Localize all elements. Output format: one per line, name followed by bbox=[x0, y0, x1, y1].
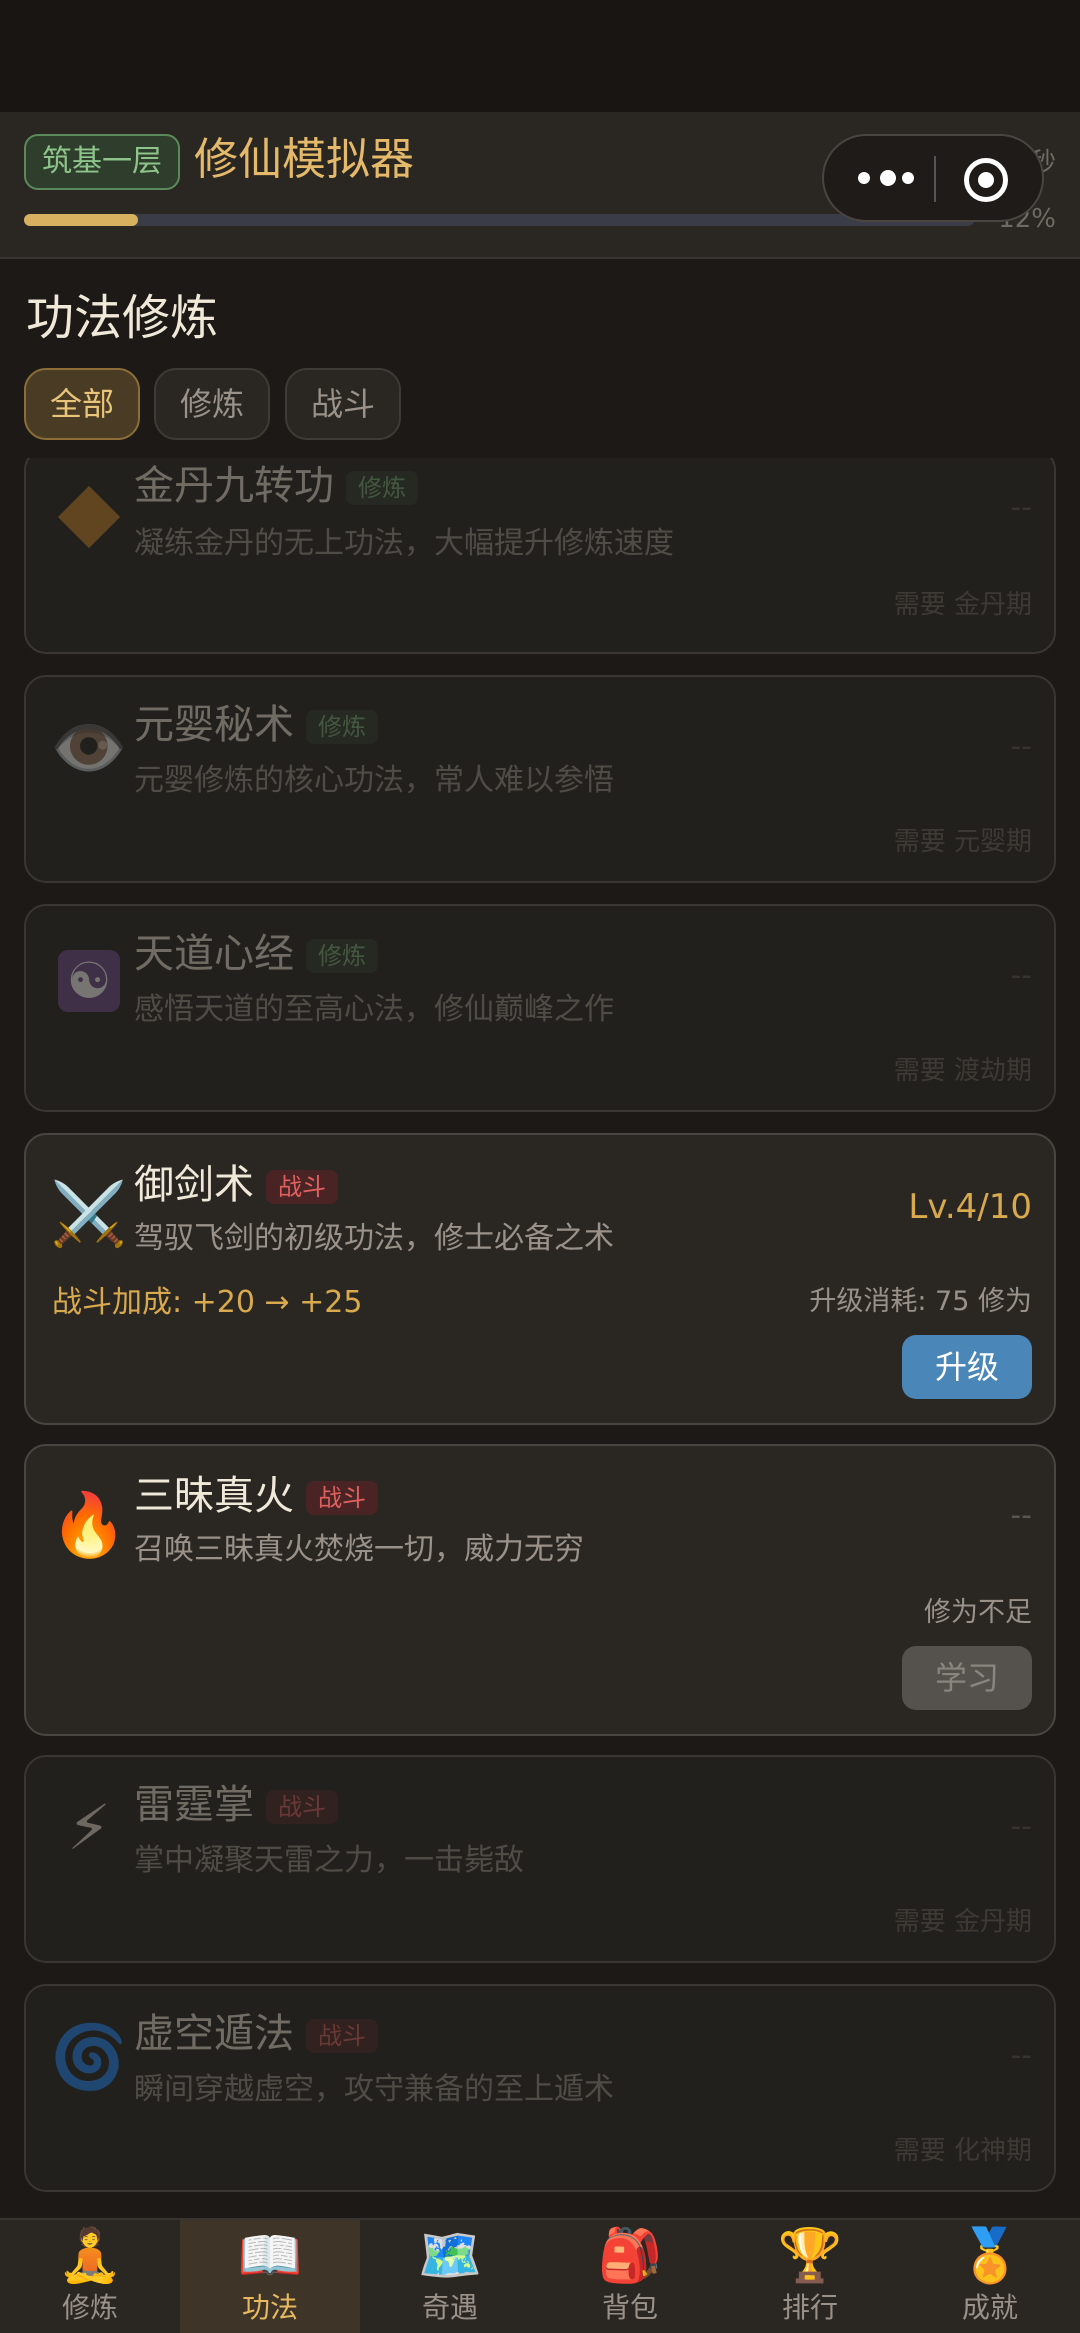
nav-item-ranking[interactable]: 🏆 排行 bbox=[720, 2220, 900, 2333]
trophy-icon: 🏆 bbox=[777, 2226, 843, 2286]
combat-bonus: 战斗加成: +20 → +25 bbox=[52, 1285, 363, 1320]
miniprogram-capsule bbox=[822, 134, 1044, 222]
nav-label: 功法 bbox=[241, 2291, 298, 2324]
meditation-icon: 🧘 bbox=[57, 2226, 123, 2286]
nav-item-backpack[interactable]: 🎒 背包 bbox=[540, 2220, 720, 2333]
skill-level: Lv.4/10 bbox=[908, 1187, 1032, 1227]
app-title: 修仙模拟器 bbox=[194, 134, 414, 185]
close-miniprogram-icon[interactable] bbox=[964, 158, 1008, 202]
status-bar bbox=[0, 0, 1080, 112]
skill-card: ⚔️ 御剑术 战斗 驾驭飞剑的初级功法，修士必备之术 Lv.4/10 战斗加成: … bbox=[24, 1133, 1056, 1425]
skill-requirement: 需要 元婴期 bbox=[893, 827, 1032, 857]
skill-desc: 元婴修炼的核心功法，常人难以参悟 bbox=[134, 763, 614, 798]
skill-card: ☯ 天道心经 修炼 感悟天道的至高心法，修仙巅峰之作 -- 需要 渡劫期 bbox=[24, 904, 1056, 1112]
header: 筑基一层 修仙模拟器 7/秒 12% bbox=[0, 112, 1080, 259]
skill-requirement: 需要 渡劫期 bbox=[893, 1056, 1032, 1086]
nav-label: 奇遇 bbox=[421, 2291, 478, 2324]
skill-tag: 修炼 bbox=[306, 710, 378, 744]
skill-card: 金丹九转功 修炼 凝练金丹的无上功法，大幅提升修炼速度 -- 需要 金丹期 bbox=[24, 458, 1056, 654]
skill-name: 雷霆掌 bbox=[134, 1782, 254, 1828]
skill-name: 金丹九转功 bbox=[134, 463, 334, 509]
skill-tag: 修炼 bbox=[346, 471, 418, 505]
skill-desc: 驾驭飞剑的初级功法，修士必备之术 bbox=[134, 1221, 614, 1256]
upgrade-button[interactable]: 升级 bbox=[902, 1335, 1032, 1399]
skill-tag: 战斗 bbox=[306, 2019, 378, 2053]
skill-level: -- bbox=[1010, 490, 1032, 525]
skill-card: 🌀 虚空遁法 战斗 瞬间穿越虚空，攻守兼备的至上遁术 -- 需要 化神期 bbox=[24, 1984, 1056, 2192]
skill-level: -- bbox=[1010, 729, 1032, 764]
progress-fill bbox=[24, 214, 138, 226]
nav-item-adventure[interactable]: 🗺️ 奇遇 bbox=[360, 2220, 540, 2333]
skill-tag: 修炼 bbox=[306, 939, 378, 973]
skill-name: 天道心经 bbox=[134, 931, 294, 977]
skill-name: 三昧真火 bbox=[134, 1473, 294, 1519]
skill-card: 👁️ 元婴秘术 修炼 元婴修炼的核心功法，常人难以参悟 -- 需要 元婴期 bbox=[24, 675, 1056, 883]
realm-badge: 筑基一层 bbox=[24, 134, 180, 190]
skill-desc: 掌中凝聚天雷之力，一击毙敌 bbox=[134, 1843, 524, 1878]
skill-level: -- bbox=[1010, 2038, 1032, 2073]
skill-requirement: 需要 金丹期 bbox=[893, 1907, 1032, 1937]
filter-tab-cultivation[interactable]: 修炼 bbox=[154, 368, 271, 440]
skill-requirement: 需要 化神期 bbox=[893, 2136, 1032, 2166]
skill-requirement: 需要 金丹期 bbox=[893, 590, 1032, 620]
diamond-icon bbox=[48, 476, 130, 558]
skill-desc: 召唤三昧真火焚烧一切，威力无穷 bbox=[134, 1532, 584, 1567]
filter-tab-combat[interactable]: 战斗 bbox=[285, 368, 402, 440]
skill-desc: 瞬间穿越虚空，攻守兼备的至上遁术 bbox=[134, 2072, 614, 2107]
skill-list[interactable]: 金丹九转功 修炼 凝练金丹的无上功法，大幅提升修炼速度 -- 需要 金丹期 👁️ … bbox=[0, 458, 1080, 2218]
book-icon: 📖 bbox=[237, 2226, 303, 2286]
nav-item-cultivate[interactable]: 🧘 修炼 bbox=[0, 2220, 180, 2333]
map-icon: 🗺️ bbox=[417, 2226, 483, 2286]
medal-icon: 🏅 bbox=[957, 2226, 1023, 2286]
lightning-icon: ⚡ bbox=[67, 1791, 111, 1864]
eye-icon: 👁️ bbox=[50, 711, 128, 784]
upgrade-cost: 升级消耗: 75 修为 bbox=[809, 1286, 1032, 1317]
cultivation-progress-bar bbox=[24, 214, 974, 226]
yin-yang-icon: ☯ bbox=[48, 936, 130, 1018]
skill-card: ⚡ 雷霆掌 战斗 掌中凝聚天雷之力，一击毙敌 -- 需要 金丹期 bbox=[24, 1755, 1056, 1963]
skill-name: 御剑术 bbox=[134, 1162, 254, 1208]
skill-level: -- bbox=[1010, 1498, 1032, 1533]
nav-label: 排行 bbox=[781, 2291, 838, 2324]
crossed-swords-icon: ⚔️ bbox=[50, 1177, 128, 1250]
skill-tag: 战斗 bbox=[266, 1170, 338, 1204]
nav-label: 背包 bbox=[601, 2291, 658, 2324]
filter-tab-all[interactable]: 全部 bbox=[24, 368, 141, 440]
nav-item-achievements[interactable]: 🏅 成就 bbox=[900, 2220, 1080, 2333]
skill-desc: 凝练金丹的无上功法，大幅提升修炼速度 bbox=[134, 526, 674, 561]
skill-level: -- bbox=[1010, 1809, 1032, 1844]
nav-label: 成就 bbox=[961, 2291, 1018, 2324]
skill-tag: 战斗 bbox=[266, 1790, 338, 1824]
vortex-icon: 🌀 bbox=[50, 2020, 128, 2093]
more-icon[interactable] bbox=[854, 158, 934, 198]
skill-level: -- bbox=[1010, 958, 1032, 993]
insufficient-status: 修为不足 bbox=[924, 1597, 1032, 1628]
nav-item-skills[interactable]: 📖 功法 bbox=[180, 2220, 360, 2333]
section-title: 功法修炼 bbox=[26, 290, 219, 346]
skill-name: 虚空遁法 bbox=[134, 2011, 294, 2057]
skill-desc: 感悟天道的至高心法，修仙巅峰之作 bbox=[134, 992, 614, 1027]
fire-icon: 🔥 bbox=[50, 1488, 128, 1561]
bottom-nav: 🧘 修炼 📖 功法 🗺️ 奇遇 🎒 背包 🏆 排行 🏅 成就 bbox=[0, 2218, 1080, 2333]
skill-tag: 战斗 bbox=[306, 1481, 378, 1515]
skill-card: 🔥 三昧真火 战斗 召唤三昧真火焚烧一切，威力无穷 -- 修为不足 学习 bbox=[24, 1444, 1056, 1736]
learn-button[interactable]: 学习 bbox=[902, 1646, 1032, 1710]
skill-name: 元婴秘术 bbox=[134, 702, 294, 748]
nav-label: 修炼 bbox=[61, 2291, 118, 2324]
backpack-icon: 🎒 bbox=[597, 2226, 663, 2286]
